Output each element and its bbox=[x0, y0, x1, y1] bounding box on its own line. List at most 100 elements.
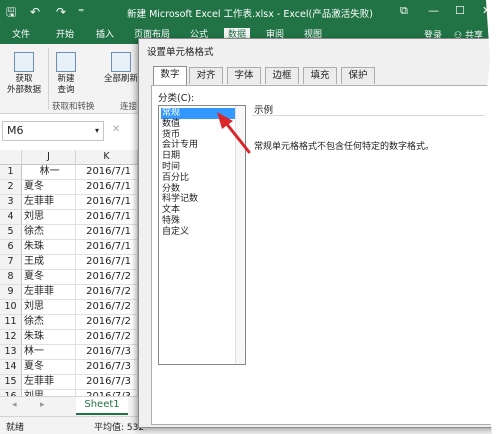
group-separator bbox=[48, 48, 49, 110]
category-item[interactable]: 时间 bbox=[161, 162, 243, 173]
cell-name[interactable]: 王成 bbox=[22, 255, 76, 270]
refresh-all-button[interactable]: 全部刷新 bbox=[104, 52, 138, 85]
new-query-line2: 查询 bbox=[57, 85, 75, 95]
tab-border[interactable]: 边框 bbox=[265, 67, 299, 84]
row-header[interactable]: 9 bbox=[0, 285, 22, 300]
cell-name[interactable]: 夏冬 bbox=[22, 180, 76, 195]
category-item[interactable]: 常规 bbox=[161, 108, 243, 119]
cell-date[interactable]: 2016/7/1 bbox=[76, 240, 138, 255]
category-item[interactable]: 分数 bbox=[161, 184, 243, 195]
row-header[interactable]: 10 bbox=[0, 300, 22, 315]
cell-name[interactable]: 刘思 bbox=[22, 300, 76, 315]
sheet-tab-sheet1[interactable]: Sheet1 bbox=[76, 397, 128, 415]
tab-number[interactable]: 数字 bbox=[153, 66, 187, 85]
cell-date[interactable]: 2016/7/1 bbox=[76, 210, 138, 225]
category-label: 分类(C): bbox=[158, 93, 195, 104]
tab-alignment[interactable]: 对齐 bbox=[189, 67, 223, 84]
tab-file[interactable]: 文件 bbox=[8, 28, 34, 44]
cell-date[interactable]: 2016/7/2 bbox=[76, 270, 138, 285]
minimize-button[interactable]: — bbox=[428, 3, 439, 19]
cell-date[interactable]: 2016/7/2 bbox=[76, 300, 138, 315]
name-box[interactable]: M6 ▾ bbox=[2, 121, 104, 141]
category-item[interactable]: 科学记数 bbox=[161, 194, 243, 205]
cell-date[interactable]: 2016/7/3 bbox=[76, 375, 138, 390]
cell-date[interactable]: 2016/7/3 bbox=[76, 345, 138, 360]
maximize-button[interactable]: ☐ bbox=[455, 3, 465, 19]
cell-date[interactable]: 2016/7/1 bbox=[76, 255, 138, 270]
row-header[interactable]: 11 bbox=[0, 315, 22, 330]
cell-name[interactable]: 夏冬 bbox=[22, 270, 76, 285]
dialog-title: 设置单元格格式 bbox=[147, 47, 214, 58]
cell-date[interactable]: 2016/7/1 bbox=[76, 180, 138, 195]
cell-name[interactable]: 朱珠 bbox=[22, 330, 76, 345]
row-header[interactable]: 6 bbox=[0, 240, 22, 255]
category-item[interactable]: 特殊 bbox=[161, 216, 243, 227]
cell-date[interactable]: 2016/7/2 bbox=[76, 315, 138, 330]
category-item[interactable]: 自定义 bbox=[161, 227, 243, 238]
chevron-down-icon[interactable]: ▾ bbox=[95, 122, 99, 140]
database-icon bbox=[14, 52, 34, 72]
category-item[interactable]: 文本 bbox=[161, 205, 243, 216]
status-ready: 就绪 bbox=[6, 423, 25, 433]
cancel-icon[interactable]: ✕ bbox=[112, 124, 120, 135]
category-item[interactable]: 数值 bbox=[161, 119, 243, 130]
row-header[interactable]: 5 bbox=[0, 225, 22, 240]
row-header[interactable]: 3 bbox=[0, 195, 22, 210]
close-button[interactable]: ✕ bbox=[482, 3, 491, 19]
category-item[interactable]: 日期 bbox=[161, 151, 243, 162]
category-item[interactable]: 货币 bbox=[161, 130, 243, 141]
sample-label: 示例 bbox=[254, 105, 274, 116]
cell-date[interactable]: 2016/7/1 bbox=[76, 165, 138, 180]
cell-name[interactable]: 左菲菲 bbox=[22, 195, 76, 210]
row-header[interactable]: 8 bbox=[0, 270, 22, 285]
tab-fill[interactable]: 填充 bbox=[303, 67, 337, 84]
row-header[interactable]: 12 bbox=[0, 330, 22, 345]
row-header[interactable]: 1 bbox=[0, 165, 22, 180]
cell-date[interactable]: 2016/7/2 bbox=[76, 330, 138, 345]
row-header[interactable]: 7 bbox=[0, 255, 22, 270]
get-external-data-line1: 获取 bbox=[15, 74, 33, 84]
tab-font[interactable]: 字体 bbox=[227, 67, 261, 84]
category-list-scrollbar[interactable] bbox=[235, 106, 245, 364]
cell-name[interactable]: 朱珠 bbox=[22, 240, 76, 255]
cell-date[interactable]: 2016/7/2 bbox=[76, 285, 138, 300]
new-query-line1: 新建 bbox=[57, 74, 75, 84]
select-all-corner[interactable] bbox=[0, 150, 22, 165]
row-header[interactable]: 13 bbox=[0, 345, 22, 360]
cell-date[interactable]: 2016/7/1 bbox=[76, 195, 138, 210]
tab-home[interactable]: 开始 bbox=[52, 28, 78, 44]
cell-name[interactable]: 刘思 bbox=[22, 210, 76, 225]
next-sheet-icon[interactable]: ▸ bbox=[40, 400, 45, 410]
number-tab-panel: 分类(C): 常规 数值 货币 会计专用 日期 时间 百分比 分数 科学记数 文本 特殊 自定义 示例… bbox=[151, 85, 500, 425]
category-item[interactable]: 会计专用 bbox=[161, 140, 243, 151]
row-header[interactable]: 14 bbox=[0, 360, 22, 375]
get-external-data-button[interactable]: 获取 外部数据 bbox=[4, 52, 44, 96]
cell-name[interactable]: 林一 bbox=[22, 165, 76, 180]
category-item[interactable]: 百分比 bbox=[161, 173, 243, 184]
row-header[interactable]: 4 bbox=[0, 210, 22, 225]
column-header-k[interactable]: K bbox=[76, 150, 138, 165]
get-external-data-line2: 外部数据 bbox=[6, 85, 41, 95]
cell-name[interactable]: 夏冬 bbox=[22, 360, 76, 375]
category-list[interactable]: 常规 数值 货币 会计专用 日期 时间 百分比 分数 科学记数 文本 特殊 自定义 bbox=[158, 105, 246, 365]
row-header[interactable]: 2 bbox=[0, 180, 22, 195]
cell-date[interactable]: 2016/7/1 bbox=[76, 225, 138, 240]
cell-date[interactable]: 2016/7/3 bbox=[76, 360, 138, 375]
name-box-value: M6 bbox=[7, 124, 24, 137]
new-query-icon bbox=[56, 52, 76, 72]
column-header-j[interactable]: J bbox=[22, 150, 76, 165]
cell-name[interactable]: 左菲菲 bbox=[22, 285, 76, 300]
row-header[interactable]: 15 bbox=[0, 375, 22, 390]
title-bar: 🖫 ↶ ↷ ⁼ 新建 Microsoft Excel 工作表.xlsx - Ex… bbox=[0, 0, 500, 26]
cell-name[interactable]: 徐杰 bbox=[22, 225, 76, 240]
tab-insert[interactable]: 插入 bbox=[92, 28, 118, 44]
previous-sheet-icon[interactable]: ◂ bbox=[12, 400, 17, 410]
group-connections-label: 连接 bbox=[120, 102, 138, 112]
cell-name[interactable]: 左菲菲 bbox=[22, 375, 76, 390]
group-get-transform-label: 获取和转换 bbox=[52, 102, 95, 112]
cell-name[interactable]: 徐杰 bbox=[22, 315, 76, 330]
cell-name[interactable]: 林一 bbox=[22, 345, 76, 360]
new-query-button[interactable]: 新建 查询 bbox=[52, 52, 80, 96]
ribbon-display-options-icon[interactable]: ⧉ bbox=[400, 3, 408, 19]
tab-protection[interactable]: 保护 bbox=[341, 67, 375, 84]
